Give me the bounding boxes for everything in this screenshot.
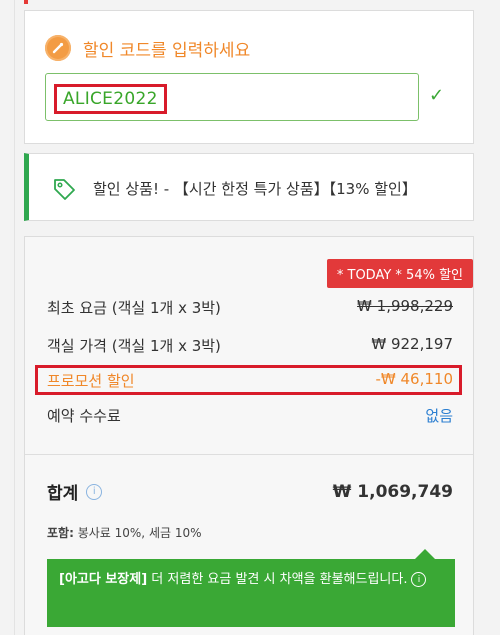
promo-discount-row: 프로모션 할인 -₩ 46,110	[47, 370, 453, 391]
coin-icon	[45, 35, 71, 61]
includes-label: 포함:	[47, 526, 74, 540]
tag-icon	[51, 176, 77, 206]
row-value: 없음	[425, 407, 453, 425]
price-guarantee-box: [아고다 보장제] 더 저렴한 요금 발견 시 차액을 환불해드립니다. i	[47, 549, 455, 627]
total-label: 합계	[47, 484, 79, 504]
top-red-marker	[24, 0, 28, 4]
includes-text: 봉사료 10%, 세금 10%	[73, 526, 202, 540]
discount-badge: * TODAY * 54% 할인	[326, 259, 473, 288]
original-price-row: 최초 요금 (객실 1개 x 3박) ₩ 1,998,229	[47, 297, 453, 318]
row-label: 예약 수수료	[47, 407, 121, 425]
promo-code-input[interactable]: ALICE2022	[45, 73, 419, 121]
guarantee-bracket: [아고다 보장제]	[59, 572, 148, 587]
promo-title: 할인 코드를 입력하세요	[83, 40, 251, 61]
check-icon: ✓	[429, 85, 445, 106]
info-icon[interactable]: i	[86, 483, 103, 500]
row-value: -₩ 46,110	[375, 370, 454, 388]
room-price-row: 객실 가격 (객실 1개 x 3박) ₩ 922,197	[47, 335, 453, 356]
row-label: 최초 요금 (객실 1개 x 3박)	[47, 299, 221, 317]
row-label: 프로모션 할인	[47, 372, 135, 390]
row-value: ₩ 1,998,229	[357, 297, 453, 315]
page-left-border	[14, 0, 15, 635]
guarantee-text: 더 저렴한 요금 발견 시 차액을 환불해드립니다.	[147, 572, 408, 587]
promo-header: 할인 코드를 입력하세요	[45, 35, 250, 61]
promo-code-value: ALICE2022	[54, 84, 167, 114]
deal-text: 할인 상품! - 【시간 한정 특가 상품】【13% 할인】	[93, 180, 417, 198]
divider	[25, 454, 473, 455]
deal-banner: 할인 상품! - 【시간 한정 특가 상품】【13% 할인】	[24, 153, 474, 221]
total-row: 합계 i ₩ 1,069,749	[47, 479, 453, 505]
row-label: 객실 가격 (객실 1개 x 3박)	[47, 337, 221, 355]
booking-fee-row: 예약 수수료 없음	[47, 405, 453, 426]
promo-code-card: 할인 코드를 입력하세요 ALICE2022 ✓	[24, 10, 474, 144]
total-label-wrap: 합계 i	[47, 479, 103, 504]
includes-note: 포함: 봉사료 10%, 세금 10%	[47, 524, 202, 541]
info-icon[interactable]: i	[411, 572, 427, 587]
row-value: ₩ 922,197	[371, 335, 453, 353]
total-value: ₩ 1,069,749	[332, 481, 453, 502]
price-breakdown-card: * TODAY * 54% 할인 최초 요금 (객실 1개 x 3박) ₩ 1,…	[24, 236, 474, 635]
